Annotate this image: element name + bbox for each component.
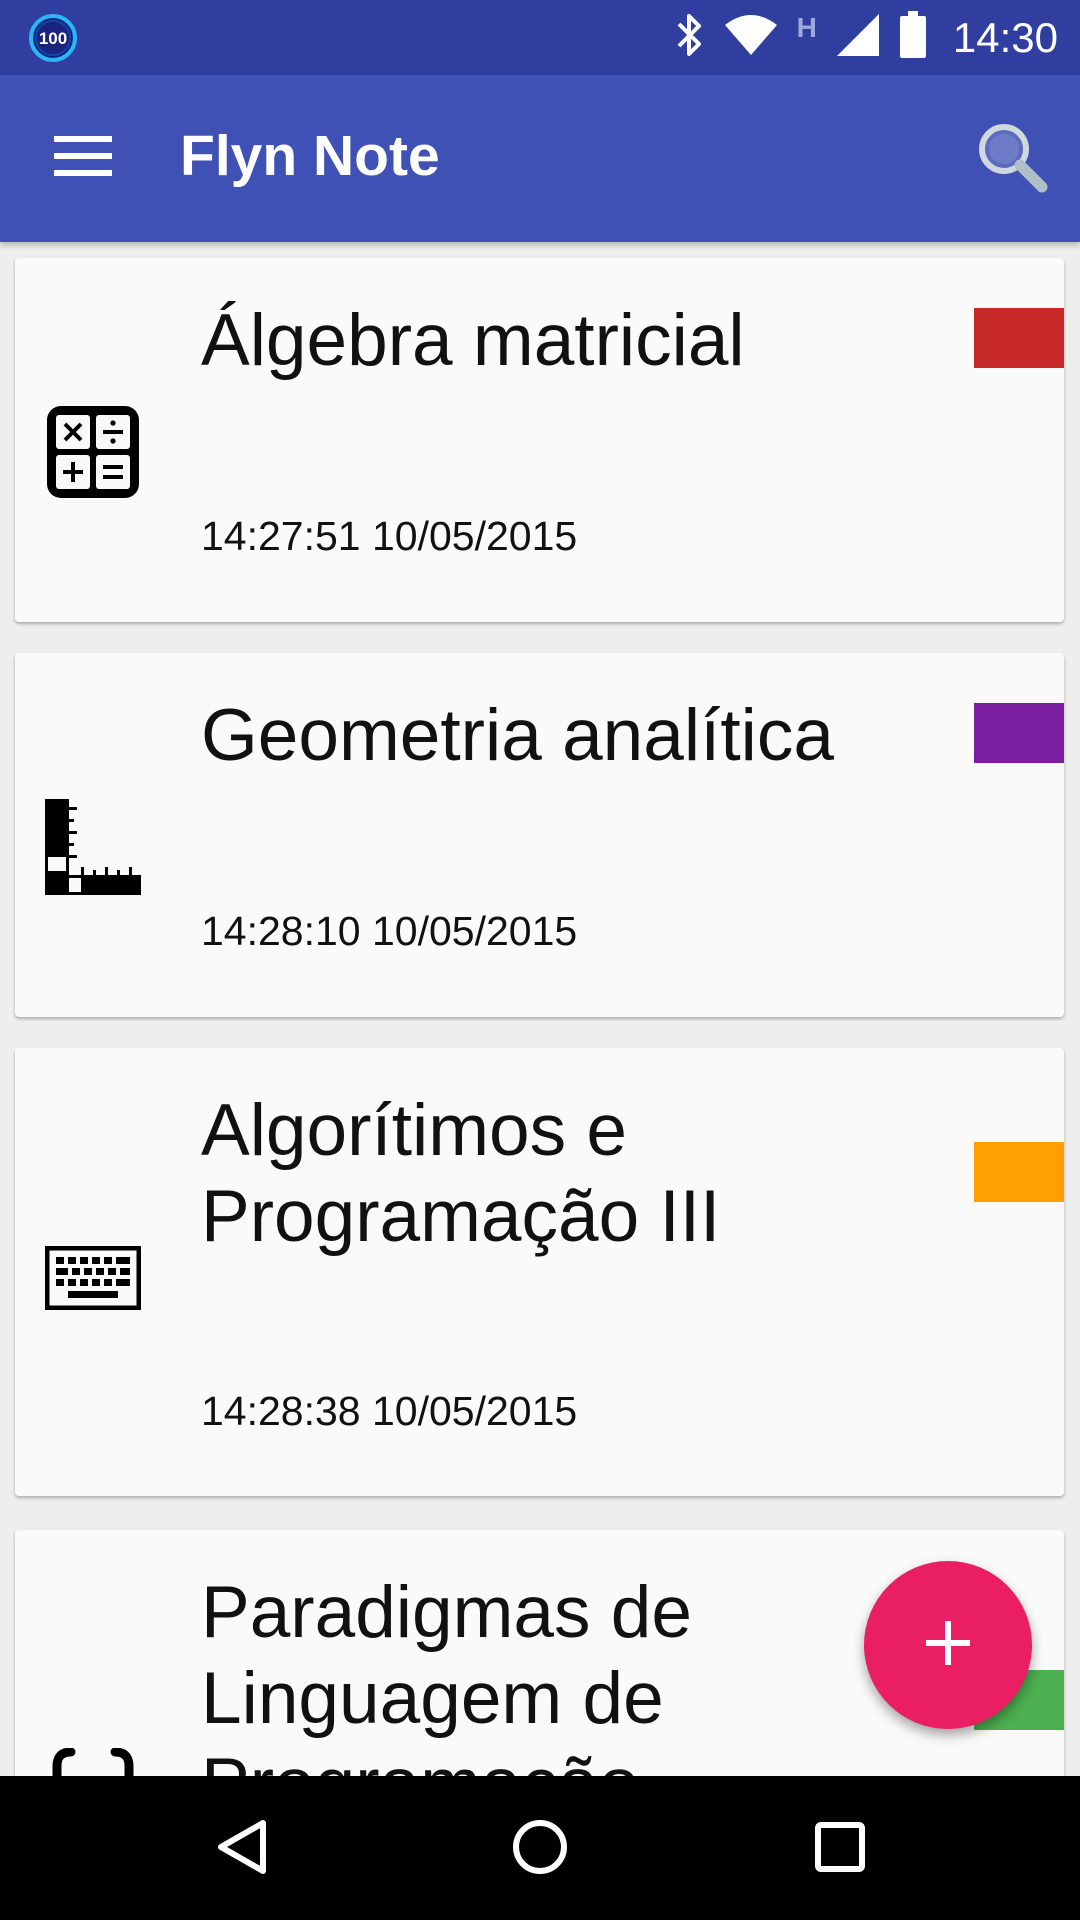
note-color-tag [974, 703, 1064, 763]
badge-text: 100 [39, 29, 67, 48]
wifi-icon [723, 13, 779, 62]
note-color-tag [974, 1142, 1064, 1202]
search-button[interactable] [970, 117, 1054, 201]
note-title: Algorítimos e Programação III [201, 1090, 721, 1257]
notes-list[interactable]: Álgebra matricial 14:27:51 10/05/2015 Ge… [0, 242, 1080, 1776]
note-title: Paradigmas de Linguagem de Programação [201, 1572, 693, 1776]
code-braces-icon [45, 1748, 141, 1776]
app-title: Flyn Note [180, 124, 440, 188]
note-card[interactable]: Geometria analítica 14:28:10 10/05/2015 [15, 653, 1064, 1017]
add-note-button[interactable] [864, 1561, 1032, 1729]
network-type-label: H [796, 12, 817, 43]
note-card[interactable]: Algorítimos e Programação III 14:28:38 1… [15, 1048, 1064, 1496]
menu-icon [54, 134, 112, 183]
search-icon [974, 119, 1050, 200]
note-title: Álgebra matricial [201, 300, 745, 381]
note-timestamp: 14:28:10 10/05/2015 [201, 908, 578, 954]
ruler-square-icon [45, 799, 141, 895]
app-bar: Flyn Note [0, 75, 1080, 242]
note-timestamp: 14:28:38 10/05/2015 [201, 1388, 578, 1434]
note-timestamp: 14:27:51 10/05/2015 [201, 513, 578, 559]
cell-signal-icon [835, 12, 881, 63]
plus-icon [923, 1618, 973, 1673]
bluetooth-icon [673, 10, 705, 65]
calculator-icon [45, 404, 141, 500]
keyboard-icon [45, 1230, 141, 1326]
back-icon [211, 1817, 271, 1882]
back-button[interactable] [196, 1804, 286, 1894]
note-title: Geometria analítica [201, 695, 834, 776]
battery-icon [899, 11, 927, 64]
recents-icon [812, 1819, 868, 1880]
status-icons: H 14:30 [673, 0, 1058, 75]
menu-button[interactable] [50, 125, 116, 191]
status-bar: 100 H 14:30 [0, 0, 1080, 75]
recents-button[interactable] [795, 1804, 885, 1894]
home-icon [510, 1817, 570, 1882]
note-color-tag [974, 308, 1064, 368]
battery-saver-badge: 100 [28, 13, 78, 63]
navigation-bar [0, 1776, 1080, 1920]
note-card[interactable]: Álgebra matricial 14:27:51 10/05/2015 [15, 258, 1064, 622]
status-time: 14:30 [952, 13, 1058, 61]
home-button[interactable] [495, 1804, 585, 1894]
